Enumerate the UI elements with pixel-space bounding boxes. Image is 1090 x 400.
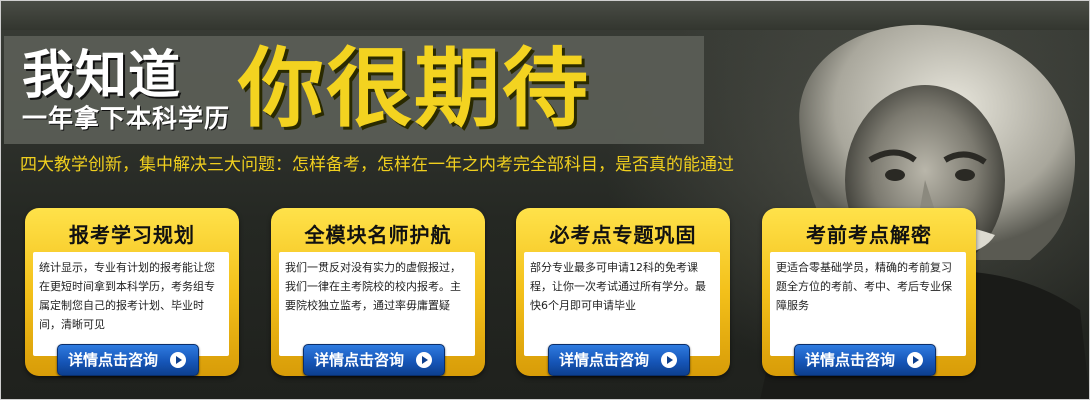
feature-card-topics: 必考点专题巩固 部分专业最多可申请12科的免考课程，让你一次考试通过所有学分。最… <box>516 208 730 376</box>
title-i-know: 我知道 <box>22 46 182 106</box>
card-body: 更适合零基础学员，精确的考前复习题全方位的考前、考中、考后专业保障服务 <box>770 252 966 356</box>
card-text: 我们一贯反对没有实力的虚假报过，我们一律在主考院校的校内报考。主要院校独立监考，… <box>285 261 461 312</box>
feature-card-teachers: 全模块名师护航 我们一贯反对没有实力的虚假报过，我们一律在主考院校的校内报考。主… <box>271 208 485 376</box>
card-text: 统计显示，专业有计划的报考能让您在更短时间拿到本科学历，考务组专属定制您自己的报… <box>39 261 215 331</box>
title-expect: 你很期待 <box>238 39 590 139</box>
card-title: 必考点专题巩固 <box>549 223 697 247</box>
consult-button[interactable]: 详情点击咨询 <box>548 344 690 376</box>
feature-card-plan: 报考学习规划 统计显示，专业有计划的报考能让您在更短时间拿到本科学历，考务组专属… <box>25 208 239 376</box>
consult-button[interactable]: 详情点击咨询 <box>57 344 199 376</box>
consult-button-label: 详情点击咨询 <box>805 351 896 369</box>
consult-button[interactable]: 详情点击咨询 <box>303 344 445 376</box>
card-text: 部分专业最多可申请12科的免考课程，让你一次考试通过所有学分。最快6个月即可申请… <box>530 261 706 312</box>
play-circle-icon <box>416 352 432 368</box>
consult-button-label: 详情点击咨询 <box>68 351 159 369</box>
play-circle-icon <box>170 352 186 368</box>
headline-text: 四大教学创新，集中解决三大问题：怎样备考，怎样在一年之内考完全部科目，是否真的能… <box>20 155 734 175</box>
promo-banner: 我知道 一年拿下本科学历 你很期待 四大教学创新，集中解决三大问题：怎样备考，怎… <box>0 0 1090 400</box>
card-title: 全模块名师护航 <box>304 223 452 247</box>
card-title: 考前考点解密 <box>806 223 932 247</box>
consult-button[interactable]: 详情点击咨询 <box>794 344 936 376</box>
play-circle-icon <box>661 352 677 368</box>
feature-card-secrets: 考前考点解密 更适合零基础学员，精确的考前复习题全方位的考前、考中、考后专业保障… <box>762 208 976 376</box>
card-body: 统计显示，专业有计划的报考能让您在更短时间拿到本科学历，考务组专属定制您自己的报… <box>33 252 229 356</box>
title-subtitle: 一年拿下本科学历 <box>22 104 231 133</box>
consult-button-label: 详情点击咨询 <box>314 351 405 369</box>
play-circle-icon <box>907 352 923 368</box>
card-body: 我们一贯反对没有实力的虚假报过，我们一律在主考院校的校内报考。主要院校独立监考，… <box>279 252 475 356</box>
consult-button-label: 详情点击咨询 <box>559 351 650 369</box>
card-body: 部分专业最多可申请12科的免考课程，让你一次考试通过所有学分。最快6个月即可申请… <box>524 252 720 356</box>
card-title: 报考学习规划 <box>69 223 195 247</box>
card-text: 更适合零基础学员，精确的考前复习题全方位的考前、考中、考后专业保障服务 <box>776 261 952 312</box>
